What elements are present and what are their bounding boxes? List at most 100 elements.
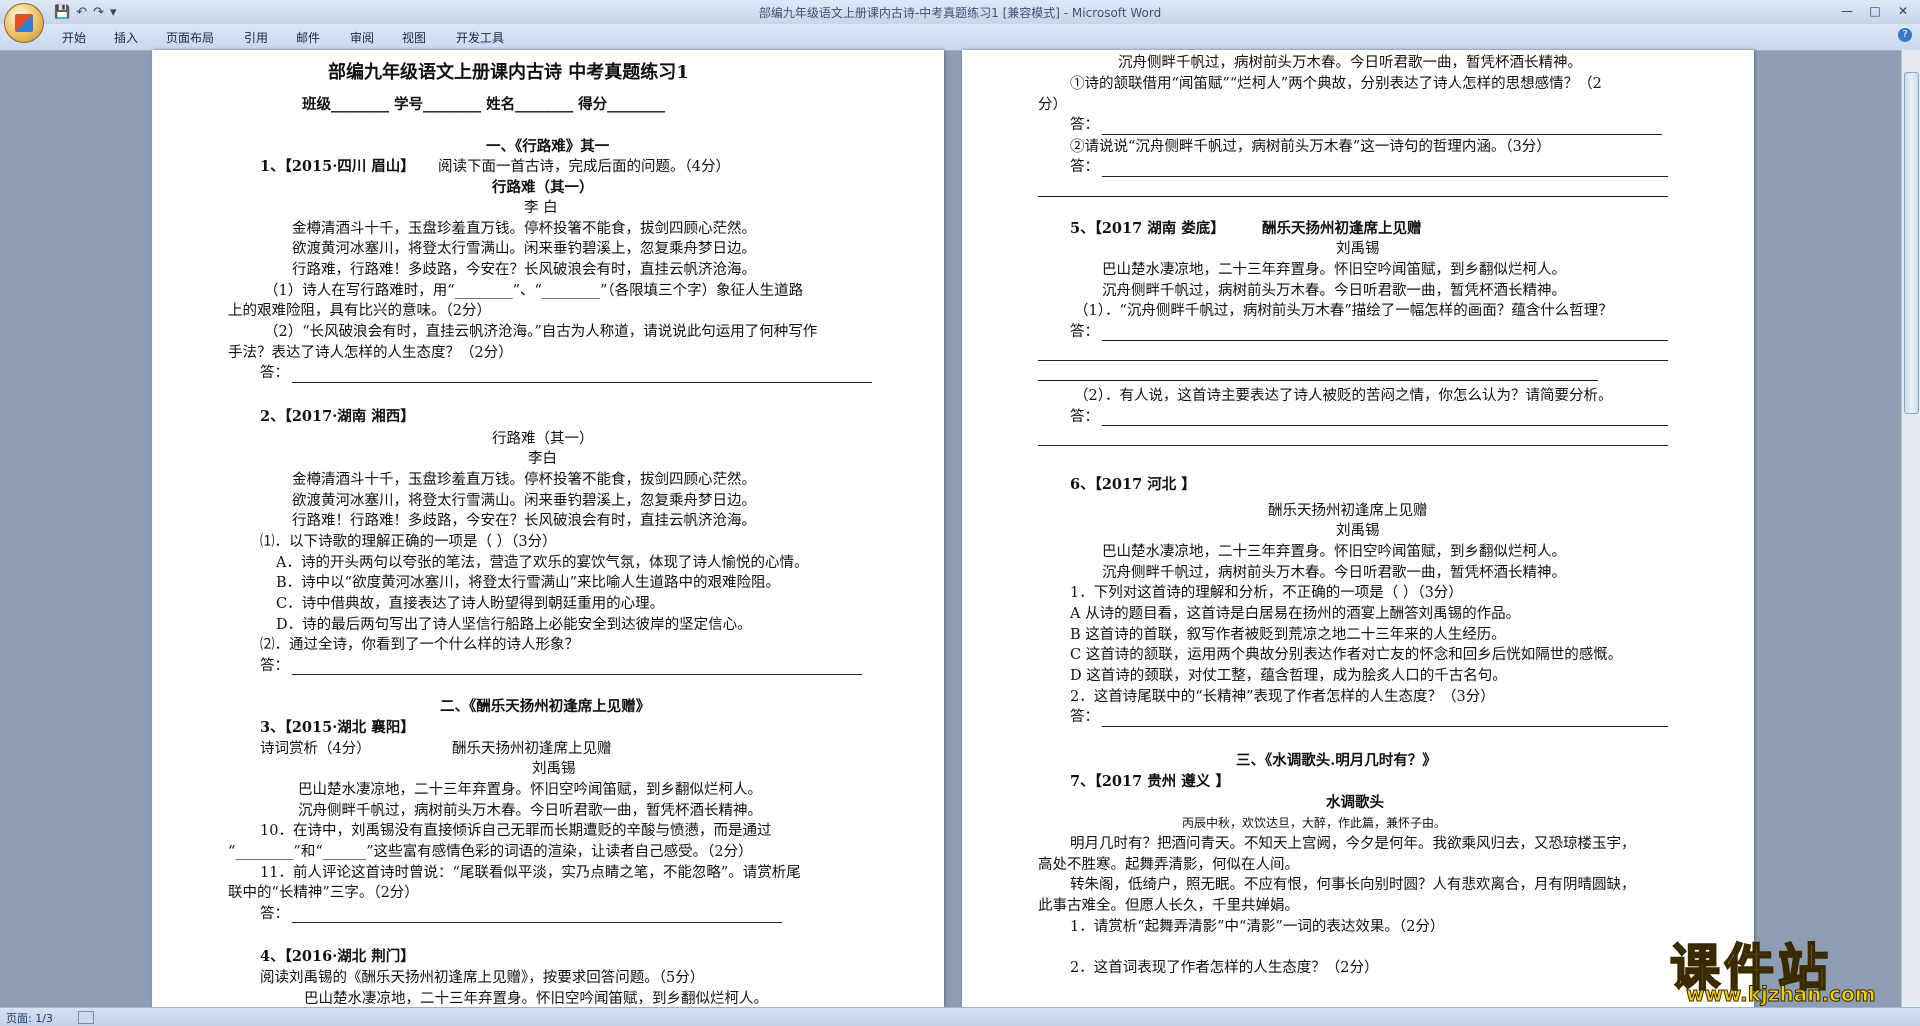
poem-line: 转朱阁，低绮户，照无眠。不应有恨，何事长向别时圆？人有悲欢离合，月有阴晴圆缺， bbox=[1070, 877, 1636, 893]
option-b: B 这首诗的首联，叙写作者被贬到荒凉之地二十三年来的人生经历。 bbox=[1070, 627, 1506, 643]
section-heading: 三、《水调歌头.明月几时有？》 bbox=[1236, 752, 1437, 769]
site-watermark-logo: 课件站 www.kjzhan.com bbox=[1666, 928, 1906, 1007]
answer-line[interactable] bbox=[1102, 726, 1668, 727]
maximize-icon[interactable]: □ bbox=[1862, 2, 1888, 20]
poem-line: 行路难！行路难！多歧路，今安在？长风破浪会有时，直挂云帆济沧海。 bbox=[292, 513, 756, 529]
question-source: 5、【2017 湖南 娄底】 bbox=[1070, 220, 1225, 237]
document-page-right[interactable]: 沉舟侧畔千帆过，病树前头万木春。今日听君歌一曲，暂凭杯酒长精神。 ①诗的颔联借用… bbox=[962, 50, 1754, 1007]
poem-title: 水调歌头 bbox=[1326, 794, 1384, 811]
poem-line: 金樽清酒斗十千，玉盘珍羞直万钱。停杯投箸不能食，拔剑四顾心茫然。 bbox=[292, 472, 756, 488]
question-prompt: 阅读下面一首古诗，完成后面的问题。（4分） bbox=[438, 159, 730, 175]
tab-developer[interactable]: 开发工具 bbox=[456, 29, 504, 46]
question-text: ⑵．通过全诗，你看到了一个什么样的诗人形象？ bbox=[260, 637, 579, 653]
watermark-url: www.kjzhan.com bbox=[1686, 982, 1877, 1007]
tab-view[interactable]: 视图 bbox=[402, 29, 426, 46]
minimize-icon[interactable]: — bbox=[1834, 2, 1860, 20]
question-text: 1．请赏析“起舞弄清影”中“清影”一词的表达效果。（2分） bbox=[1070, 919, 1445, 935]
answer-line[interactable] bbox=[1038, 196, 1668, 197]
answer-label: 答： bbox=[1070, 159, 1099, 175]
student-info-line: 班级________ 学号________ 姓名________ 得分_____… bbox=[302, 96, 666, 113]
poem-line: 巴山楚水凄凉地，二十三年弃置身。怀旧空吟闻笛赋，到乡翻似烂柯人。 bbox=[1102, 262, 1566, 278]
question-text: 手法？表达了诗人怎样的人生态度？（2分） bbox=[228, 345, 513, 361]
answer-line[interactable] bbox=[1102, 425, 1668, 426]
ribbon-tabs: 开始 插入 页面布局 引用 邮件 审阅 视图 开发工具 ? bbox=[0, 24, 1920, 51]
option-a: A．诗的开头两句以夸张的笔法，营造了欢乐的宴饮气氛，体现了诗人愉悦的心情。 bbox=[276, 555, 809, 571]
question-text: 阅读刘禹锡的《酬乐天扬州初逢席上见赠》，按要求回答问题。（5分） bbox=[260, 970, 705, 986]
poem-author: 刘禹锡 bbox=[1336, 241, 1380, 257]
answer-label: 答： bbox=[260, 365, 289, 381]
poem-title: 酬乐天扬州初逢席上见赠 bbox=[1262, 220, 1422, 237]
poem-line: 此事古难全。但愿人长久，千里共婵娟。 bbox=[1038, 898, 1299, 914]
window-controls: — □ ✕ bbox=[1834, 2, 1916, 20]
question-source: 3、【2015·湖北 襄阳】 bbox=[260, 719, 415, 736]
poem-preface: 丙辰中秋，欢饮达旦，大醉，作此篇，兼怀子由。 bbox=[1182, 816, 1447, 830]
scrollbar-thumb[interactable] bbox=[1904, 72, 1919, 414]
question-text: （1）诗人在写行路难时，用“________”、“________”（各限填三个… bbox=[264, 283, 804, 299]
option-d: D．诗的最后两句写出了诗人坚信行船路上必能安全到达彼岸的坚定信心。 bbox=[276, 617, 752, 633]
tab-page-layout[interactable]: 页面布局 bbox=[166, 29, 214, 46]
poem-line: 明月几时有？把酒问青天。不知天上宫阙，今夕是何年。我欲乘风归去，又恐琼楼玉宇， bbox=[1070, 836, 1636, 852]
poem-title: 行路难（其一） bbox=[492, 431, 594, 447]
question-text: 10．在诗中，刘禹锡没有直接倾诉自己无罪而长期遭贬的辛酸与愤懑，而是通过 bbox=[260, 823, 772, 839]
poem-author: 刘禹锡 bbox=[532, 761, 576, 777]
question-source: 7、【2017 贵州 遵义 】 bbox=[1070, 773, 1230, 790]
poem-line: 沉舟侧畔千帆过，病树前头万木春。今日听君歌一曲，暂凭杯酒长精神。 bbox=[1102, 565, 1566, 581]
question-text: 2．这首词表现了作者怎样的人生态度？（2分） bbox=[1070, 960, 1379, 976]
option-c: C．诗中借典故，直接表达了诗人盼望得到朝廷重用的心理。 bbox=[276, 596, 665, 612]
document-page-left[interactable]: 部编九年级语文上册课内古诗 中考真题练习1 班级________ 学号_____… bbox=[152, 50, 944, 1007]
answer-line[interactable] bbox=[292, 674, 862, 675]
office-button[interactable] bbox=[4, 3, 44, 43]
poem-author: 李 白 bbox=[524, 200, 558, 216]
question-text: ⑴．以下诗歌的理解正确的一项是（ ）（3分） bbox=[260, 534, 557, 550]
tab-mailings[interactable]: 邮件 bbox=[296, 29, 320, 46]
tab-home[interactable]: 开始 bbox=[62, 29, 86, 46]
poem-line: 沉舟侧畔千帆过，病树前头万木春。今日听君歌一曲，暂凭杯酒长精神。 bbox=[1102, 283, 1566, 299]
answer-line[interactable] bbox=[1102, 134, 1662, 135]
page-indicator[interactable]: 页面: 1/3 bbox=[6, 1010, 53, 1026]
answer-line[interactable] bbox=[292, 922, 782, 923]
answer-label: 答： bbox=[1070, 409, 1099, 425]
poem-line: 巴山楚水凄凉地，二十三年弃置身。怀旧空吟闻笛赋，到乡翻似烂柯人。 bbox=[298, 782, 762, 798]
answer-label: 答： bbox=[260, 906, 289, 922]
tab-insert[interactable]: 插入 bbox=[114, 29, 138, 46]
question-text: （2）．有人说，这首诗主要表达了诗人被贬的苦闷之情，你怎么认为？请简要分析。 bbox=[1074, 388, 1613, 404]
question-text: 上的艰难险阻，具有比兴的意味。（2分） bbox=[228, 303, 491, 319]
answer-line[interactable] bbox=[292, 382, 872, 383]
poem-title: 酬乐天扬州初逢席上见赠 bbox=[1268, 503, 1428, 519]
vertical-scrollbar[interactable] bbox=[1901, 50, 1920, 1007]
poem-line: 沉舟侧畔千帆过，病树前头万木春。今日听君歌一曲，暂凭杯酒长精神。 bbox=[298, 803, 762, 819]
question-text: 分） bbox=[1038, 97, 1067, 113]
poem-title: 行路难（其一） bbox=[492, 179, 594, 196]
answer-label: 答： bbox=[260, 658, 289, 674]
status-bar: 页面: 1/3 bbox=[0, 1007, 1920, 1026]
option-c: C 这首诗的颔联，运用两个典故分别表达作者对亡友的怀念和回乡后恍如隔世的感慨。 bbox=[1070, 647, 1623, 663]
question-text: 11．前人评论这首诗时曾说：“尾联看似平淡，实乃点睛之笔，不能忽略”。请赏析尾 bbox=[260, 865, 801, 881]
help-icon[interactable]: ? bbox=[1898, 28, 1912, 42]
question-text: 诗词赏析（4分） bbox=[260, 741, 371, 757]
answer-line[interactable] bbox=[1038, 445, 1668, 446]
question-text: 2．这首诗尾联中的“长精神”表现了作者怎样的人生态度？（3分） bbox=[1070, 689, 1495, 705]
answer-line[interactable] bbox=[1102, 340, 1668, 341]
document-check-icon[interactable] bbox=[78, 1011, 94, 1024]
question-source: 6、【2017 河北 】 bbox=[1070, 476, 1196, 493]
answer-line[interactable] bbox=[1038, 360, 1668, 361]
poem-line: 行路难，行路难！多歧路，今安在？长风破浪会有时，直挂云帆济沧海。 bbox=[292, 262, 756, 278]
poem-line: 高处不胜寒。起舞弄清影，何似在人间。 bbox=[1038, 857, 1299, 873]
option-b: B．诗中以“欲度黄河冰塞川，将登太行雪满山”来比喻人生道路中的艰难险阻。 bbox=[276, 575, 780, 591]
question-text: ①诗的颔联借用“闻笛赋”“烂柯人”两个典故，分别表达了诗人怎样的思想感情？（2 bbox=[1070, 76, 1602, 92]
question-text: 1．下列对这首诗的理解和分析，不正确的一项是（ ）（3分） bbox=[1070, 585, 1463, 601]
poem-title: 酬乐天扬州初逢席上见赠 bbox=[452, 741, 612, 757]
tab-references[interactable]: 引用 bbox=[244, 29, 268, 46]
window-title: 部编九年级语文上册课内古诗-中考真题练习1 [兼容模式] - Microsoft… bbox=[758, 6, 1162, 20]
poem-author: 李白 bbox=[528, 451, 557, 467]
question-text: （1）．“沉舟侧畔千帆过，病树前头万木春”描绘了一幅怎样的画面？蕴含什么哲理？ bbox=[1074, 303, 1613, 319]
section-heading: 一、《行路难》其一 bbox=[486, 138, 610, 155]
poem-line: 巴山楚水凄凉地，二十三年弃置身。怀旧空吟闻笛赋，到乡翻似烂柯人。 bbox=[304, 991, 768, 1007]
tab-review[interactable]: 审阅 bbox=[350, 29, 374, 46]
question-source: 1、【2015·四川 眉山】 bbox=[260, 158, 415, 175]
question-text: 联中的“长精神”三字。（2分） bbox=[228, 885, 419, 901]
answer-line[interactable] bbox=[1038, 380, 1598, 381]
answer-line[interactable] bbox=[1102, 176, 1668, 177]
close-icon[interactable]: ✕ bbox=[1890, 2, 1916, 20]
answer-label: 答： bbox=[1070, 117, 1099, 133]
